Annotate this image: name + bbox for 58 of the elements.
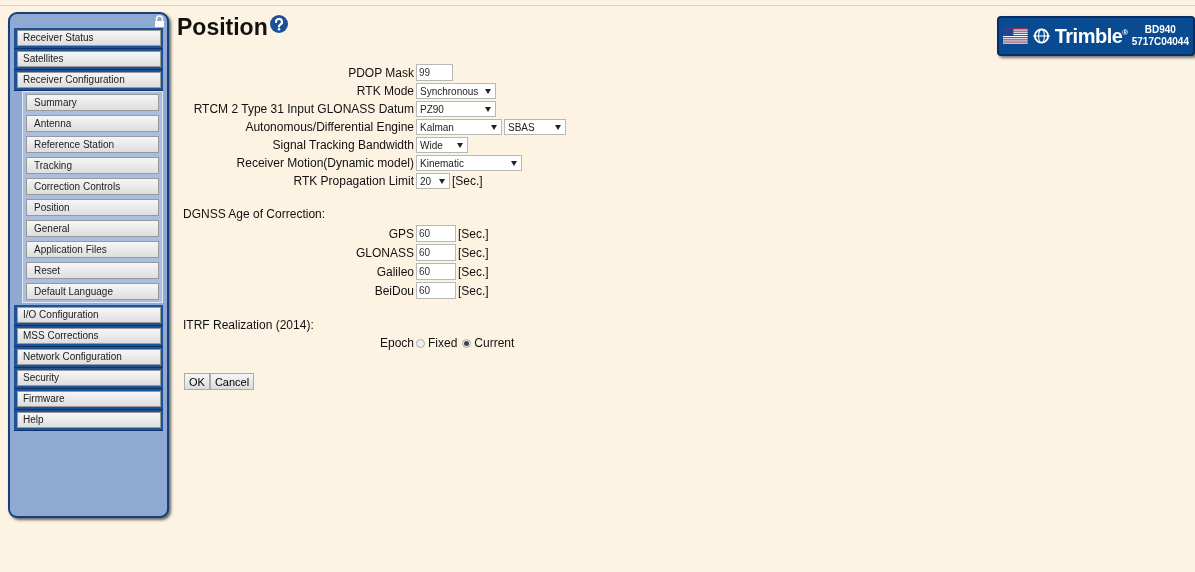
ok-button[interactable]: OK <box>184 373 210 390</box>
nav-item[interactable]: Receiver Configuration <box>17 72 161 88</box>
nav-subitem[interactable]: Application Files <box>26 241 159 258</box>
unit-label: [Sec.] <box>458 245 489 260</box>
input-field[interactable]: 60 <box>416 225 456 242</box>
nav-subitem[interactable]: Reset <box>26 262 159 279</box>
nav-subitem[interactable]: General <box>26 220 159 237</box>
nav-item[interactable]: MSS Corrections <box>17 328 161 344</box>
unit-label: [Sec.] <box>458 226 489 241</box>
input-field[interactable]: 60 <box>416 282 456 299</box>
unit-label: [Sec.] <box>458 283 489 298</box>
nav-subitem[interactable]: Summary <box>26 94 159 111</box>
dropdown[interactable]: Kinematic <box>416 155 522 171</box>
nav-item[interactable]: Satellites <box>17 51 161 67</box>
brand-logo: Trimble$^{®}$ <box>1054 24 1128 48</box>
model-label: BD940 <box>1144 24 1176 36</box>
nav-subitem[interactable]: Correction Controls <box>26 178 159 195</box>
field-label: RTK Mode <box>355 84 415 98</box>
input-field[interactable]: 60 <box>416 263 456 280</box>
field-label: GPS <box>387 226 415 241</box>
serial-label: 5717C04044 <box>1131 36 1189 48</box>
unit-label: [Sec.] <box>452 174 483 188</box>
section-heading: ITRF Realization (2014): <box>183 318 315 332</box>
field-label: Signal Tracking Bandwidth <box>271 138 415 152</box>
section-heading: DGNSS Age of Correction: <box>183 207 327 221</box>
field-label: GLONASS <box>354 245 415 260</box>
dropdown[interactable]: PZ90 <box>416 101 496 117</box>
field-label: Receiver Motion(Dynamic model) <box>235 156 415 170</box>
nav-item[interactable]: I/O Configuration <box>17 307 161 323</box>
dropdown[interactable]: 20 <box>416 173 450 189</box>
dropdown[interactable]: Synchronous <box>416 83 496 99</box>
field-label: RTK Propagation Limit <box>292 174 415 188</box>
dropdown[interactable]: Wide <box>416 137 468 153</box>
radio-label: Fixed <box>428 336 458 350</box>
field-label: PDOP Mask <box>347 65 415 80</box>
page-title: Position <box>177 14 268 41</box>
field-label: Epoch <box>378 336 415 350</box>
nav-subitem[interactable]: Tracking <box>26 157 159 174</box>
field-label: BeiDou <box>373 283 415 298</box>
nav-item[interactable]: Network Configuration <box>17 349 161 365</box>
field-label: Autonomous/Differential Engine <box>244 120 415 134</box>
unit-label: [Sec.] <box>458 264 489 279</box>
field-label: RTCM 2 Type 31 Input GLONASS Datum <box>192 102 415 116</box>
nav-subitem[interactable]: Reference Station <box>26 136 159 153</box>
dropdown[interactable]: SBAS <box>504 119 566 135</box>
input-field[interactable]: 60 <box>416 244 456 261</box>
nav-item[interactable]: Receiver Status <box>17 30 161 46</box>
nav-item[interactable]: Firmware <box>17 391 161 407</box>
field-label: Galileo <box>375 264 415 279</box>
nav-subitem[interactable]: Default Language <box>26 283 159 300</box>
input-field[interactable]: 99 <box>416 64 453 81</box>
nav-item[interactable]: Security <box>17 370 161 386</box>
nav-item[interactable]: Help <box>17 412 161 428</box>
nav-subitem[interactable]: Position <box>26 199 159 216</box>
dropdown[interactable]: Kalman <box>416 119 502 135</box>
radio-label: Current <box>474 336 515 350</box>
nav-subitem[interactable]: Antenna <box>26 115 159 132</box>
cancel-button[interactable]: Cancel <box>209 373 255 390</box>
